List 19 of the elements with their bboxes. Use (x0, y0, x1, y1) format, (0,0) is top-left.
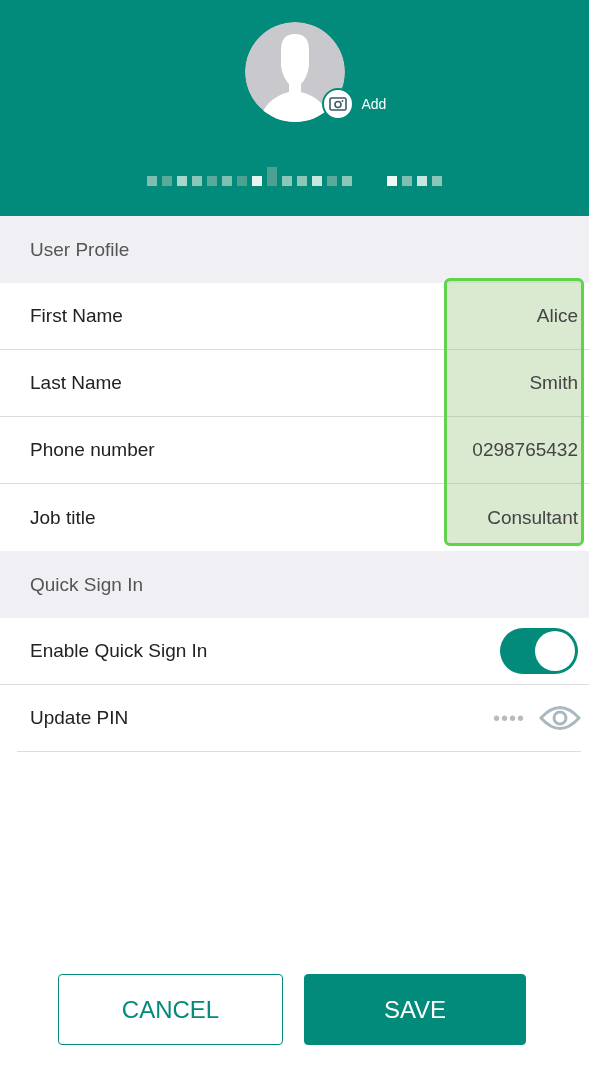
field-label: First Name (30, 305, 123, 327)
section-title: User Profile (30, 238, 130, 261)
field-label: Phone number (30, 439, 155, 461)
field-label: Update PIN (30, 707, 129, 729)
avatar-silhouette-icon (244, 22, 345, 122)
field-value[interactable]: Consultant (487, 506, 578, 529)
field-label: Last Name (30, 372, 122, 394)
field-value[interactable]: Smith (529, 372, 578, 394)
field-value[interactable]: 0298765432 (472, 439, 578, 461)
field-label: Job title (30, 506, 96, 529)
add-photo-label[interactable]: Add (361, 96, 387, 112)
save-button[interactable]: SAVE (304, 974, 526, 1045)
section-title: Quick Sign In (30, 573, 143, 596)
camera-icon (328, 97, 347, 111)
pin-mask: •••• (493, 706, 525, 730)
field-value[interactable]: Alice (536, 305, 578, 327)
toggle-switch[interactable] (500, 628, 578, 674)
cancel-button[interactable]: CANCEL (58, 974, 283, 1045)
field-label: Enable Quick Sign In (30, 640, 208, 662)
